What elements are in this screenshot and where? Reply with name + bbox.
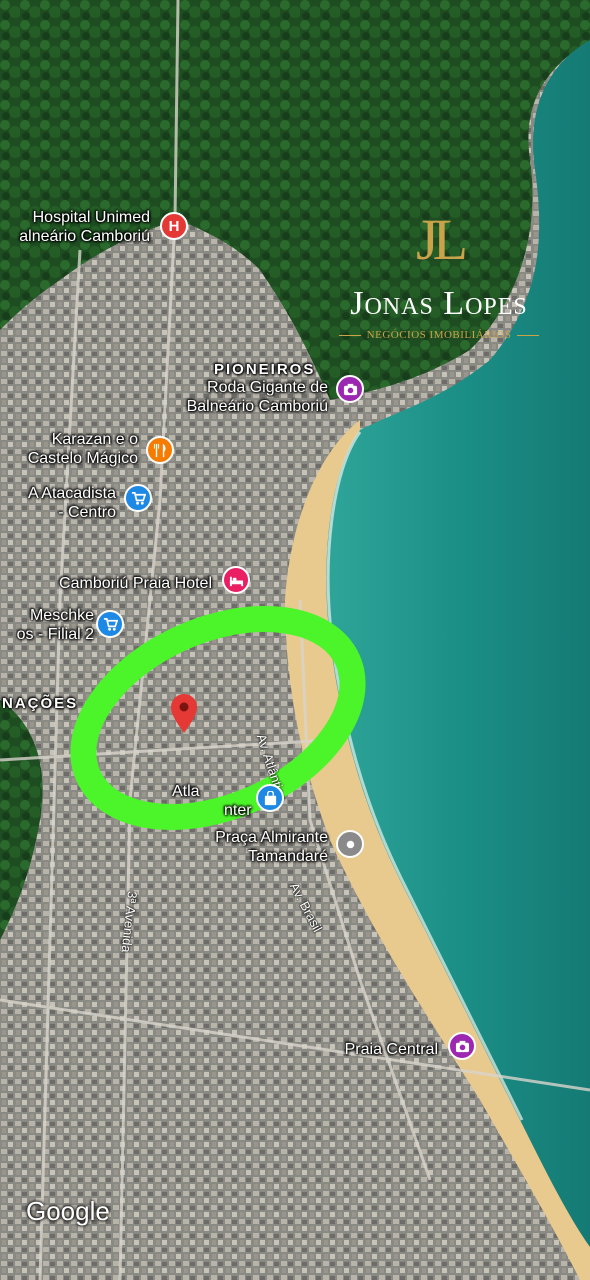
place-atacadista-label[interactable]: A Atacadista - Centro	[28, 484, 116, 522]
district-label-pioneiros: PIONEIROS	[214, 361, 316, 378]
place-praca-almirante-label[interactable]: Praça Almirante Tamandaré	[215, 828, 328, 866]
place-name-line1: Meschke	[29, 607, 94, 624]
shopping-cart-icon[interactable]	[96, 610, 124, 638]
place-name-line1: Praia Central	[344, 1041, 438, 1058]
place-name-line2: Tamandaré	[247, 848, 328, 865]
bed-icon[interactable]	[222, 566, 250, 594]
brand-logo: JL Jonas Lopes NEGÓCIOS IMOBILIÁRIOS	[308, 200, 570, 350]
place-name-line2: Balneário Camboriú	[186, 398, 328, 415]
place-name-line1: Atla	[172, 783, 200, 800]
place-karazan-label[interactable]: Karazan e o Castelo Mágico	[28, 430, 138, 468]
place-camboriu-praia-hotel-label[interactable]: Camboriú Praia Hotel	[59, 574, 212, 593]
place-name-line1: Karazan e o	[51, 431, 138, 448]
place-name-line1: Hospital Unimed	[32, 209, 150, 226]
logo-name: Jonas Lopes	[350, 285, 528, 322]
hospital-icon[interactable]: H	[160, 212, 188, 240]
place-praia-central-label[interactable]: Praia Central	[345, 1040, 438, 1059]
restaurant-icon[interactable]	[146, 436, 174, 464]
place-name-line2: - Centro	[58, 504, 116, 521]
place-name-line1: A Atacadista	[27, 485, 116, 502]
place-name-line1: Praça Almirante	[215, 829, 328, 846]
logo-tagline: NEGÓCIOS IMOBILIÁRIOS	[308, 328, 570, 342]
camera-icon[interactable]	[336, 375, 364, 403]
place-name-line2: Castelo Mágico	[27, 450, 138, 467]
district-label-nacoes: NAÇÕES	[2, 695, 79, 712]
place-atla-label[interactable]: Atla nter	[172, 782, 252, 820]
place-name-line2: os - Filial 2	[16, 626, 94, 643]
shopping-cart-icon[interactable]	[124, 484, 152, 512]
place-hospital-unimed-label[interactable]: Hospital Unimed alneário Camboriú	[19, 208, 150, 246]
place-meschke-label[interactable]: Meschke os - Filial 2	[17, 606, 94, 644]
place-name-line2: nter	[224, 802, 252, 819]
camera-icon[interactable]	[448, 1032, 476, 1060]
place-name-line1: Roda Gigante de	[207, 379, 328, 396]
place-icon[interactable]	[336, 830, 364, 858]
google-attribution: Google	[26, 1196, 110, 1226]
place-roda-gigante-label[interactable]: Roda Gigante de Balneário Camboriú	[187, 378, 328, 416]
shopping-bag-icon[interactable]	[256, 784, 284, 812]
place-name-line2: alneário Camboriú	[19, 228, 150, 245]
place-name-line1: Camboriú Praia Hotel	[59, 575, 212, 592]
logo-monogram: JL	[416, 207, 468, 272]
